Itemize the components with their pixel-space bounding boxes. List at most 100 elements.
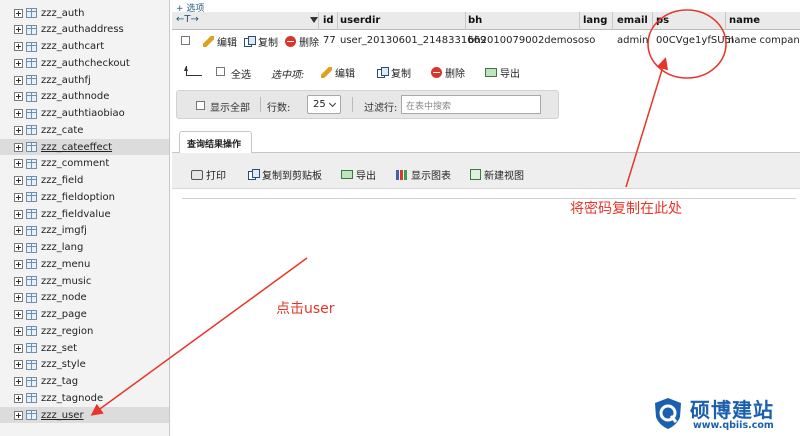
sidebar-table-item[interactable]: zzz_page	[14, 307, 169, 323]
cell-id[interactable]: 77	[323, 35, 336, 46]
rows-per-page-select[interactable]: 25	[307, 95, 341, 114]
sidebar-table-label[interactable]: zzz_tagnode	[41, 393, 103, 404]
expand-plus-icon[interactable]	[14, 377, 23, 386]
show-all-checkbox[interactable]	[196, 101, 205, 110]
expand-plus-icon[interactable]	[14, 293, 23, 303]
column-nav-arrows[interactable]: ←T→	[176, 14, 199, 25]
column-header-name[interactable]: name	[729, 15, 760, 26]
expand-plus-icon[interactable]	[14, 75, 23, 85]
sidebar-table-item[interactable]: zzz_region	[14, 323, 169, 339]
sidebar-table-item[interactable]: zzz_tagnode	[14, 390, 169, 406]
expand-plus-icon[interactable]	[14, 125, 23, 135]
sidebar-table-item[interactable]: zzz_field	[14, 173, 169, 189]
sidebar-table-label[interactable]: zzz_fieldoption	[41, 192, 115, 203]
sort-triangle-icon[interactable]	[310, 17, 318, 23]
sidebar-table-label[interactable]: zzz_tag	[41, 376, 78, 387]
row-checkbox[interactable]	[181, 36, 190, 45]
expand-plus-icon[interactable]	[14, 410, 23, 420]
expand-plus-icon[interactable]	[14, 109, 23, 118]
sidebar-table-label[interactable]: zzz_fieldvalue	[41, 209, 111, 220]
sidebar-table-item[interactable]: zzz_authtiaobiao	[14, 106, 169, 122]
sidebar-table-label[interactable]: zzz_region	[41, 326, 93, 337]
sidebar-table-label[interactable]: zzz_style	[41, 359, 86, 370]
cell-name[interactable]: name company	[728, 35, 800, 46]
bulk-export-button[interactable]: 导出	[485, 65, 520, 80]
cell-email[interactable]: admin	[617, 35, 648, 46]
expand-plus-icon[interactable]	[14, 142, 23, 152]
sidebar-table-item[interactable]: zzz_authaddress	[14, 22, 169, 38]
expand-plus-icon[interactable]	[14, 226, 23, 236]
sidebar-table-label[interactable]: zzz_authtiaobiao	[41, 108, 125, 119]
select-all-checkbox[interactable]	[216, 67, 225, 76]
sidebar-table-item[interactable]: zzz_style	[14, 357, 169, 373]
column-header-bh[interactable]: bh	[468, 15, 482, 26]
bulk-copy-button[interactable]: 复制	[377, 65, 411, 80]
sidebar-table-label[interactable]: zzz_menu	[41, 259, 90, 270]
expand-plus-icon[interactable]	[14, 276, 23, 286]
filter-rows-input[interactable]: 在表中搜索	[401, 95, 541, 114]
display-chart-button[interactable]: 显示图表	[396, 167, 451, 182]
sidebar-table-item[interactable]: zzz_cate	[14, 122, 169, 138]
sidebar-table-label[interactable]: zzz_imgfj	[41, 225, 87, 236]
sidebar-table-label[interactable]: zzz_field	[41, 175, 83, 186]
sidebar-table-item[interactable]: zzz_auth	[14, 5, 169, 21]
column-header-ps[interactable]: ps	[656, 15, 669, 26]
sidebar-table-label[interactable]: zzz_authfj	[41, 75, 91, 86]
column-header-lang[interactable]: lang	[583, 15, 607, 26]
sidebar-table-label[interactable]: zzz_lang	[41, 242, 83, 253]
column-header-userdir[interactable]: userdir	[340, 15, 380, 26]
expand-plus-icon[interactable]	[14, 343, 23, 353]
sidebar-table-item[interactable]: zzz_fieldvalue	[14, 206, 169, 222]
expand-plus-icon[interactable]	[14, 209, 23, 219]
expand-plus-icon[interactable]	[14, 159, 23, 169]
copy-to-clipboard-button[interactable]: 复制到剪贴板	[248, 167, 322, 182]
sidebar-table-item[interactable]: zzz_fieldoption	[14, 189, 169, 205]
expand-plus-icon[interactable]	[14, 243, 23, 252]
row-copy-button[interactable]: 复制	[244, 34, 278, 49]
sidebar-table-label[interactable]: zzz_node	[41, 292, 87, 303]
sidebar-table-item[interactable]: zzz_comment	[14, 156, 169, 172]
sidebar-table-label[interactable]: zzz_user	[41, 410, 84, 421]
expand-plus-icon[interactable]	[14, 310, 23, 319]
sidebar-table-item[interactable]: zzz_authcart	[14, 39, 169, 55]
expand-plus-icon[interactable]	[14, 25, 23, 35]
sidebar-table-item[interactable]: zzz_node	[14, 290, 169, 306]
expand-plus-icon[interactable]	[14, 176, 23, 185]
sidebar-table-label[interactable]: zzz_cate	[41, 125, 83, 136]
expand-plus-icon[interactable]	[14, 42, 23, 51]
cell-userdir[interactable]: user_20130601_2148331669	[340, 35, 486, 46]
sidebar-table-item[interactable]: zzz_user	[0, 407, 169, 423]
sidebar-table-item[interactable]: zzz_tag	[14, 374, 169, 390]
expand-plus-icon[interactable]	[14, 393, 23, 403]
bulk-edit-button[interactable]: 编辑	[321, 65, 355, 80]
row-delete-button[interactable]: 删除	[285, 34, 319, 49]
row-edit-button[interactable]: 编辑	[203, 34, 237, 49]
expand-plus-icon[interactable]	[14, 360, 23, 370]
sidebar-table-label[interactable]: zzz_auth	[41, 8, 84, 19]
sidebar-table-item[interactable]: zzz_authcheckout	[14, 55, 169, 71]
sidebar-table-label[interactable]: zzz_set	[41, 343, 77, 354]
create-view-button[interactable]: 新建视图	[470, 167, 524, 182]
sidebar-table-item[interactable]: zzz_cateeffect	[0, 139, 169, 155]
sidebar-table-label[interactable]: zzz_authaddress	[41, 24, 124, 35]
sidebar-table-item[interactable]: zzz_authfj	[14, 72, 169, 88]
cell-ps[interactable]: 00CVge1yfSU5I	[656, 35, 734, 46]
column-header-email[interactable]: email	[617, 15, 648, 26]
expand-plus-icon[interactable]	[14, 92, 23, 102]
expand-plus-icon[interactable]	[14, 8, 23, 18]
sidebar-table-label[interactable]: zzz_authcheckout	[41, 58, 130, 69]
sidebar-table-item[interactable]: zzz_set	[14, 340, 169, 356]
sidebar-table-label[interactable]: zzz_authnode	[41, 91, 109, 102]
sidebar-table-label[interactable]: zzz_page	[41, 309, 87, 320]
sidebar-table-item[interactable]: zzz_music	[14, 273, 169, 289]
column-header-id[interactable]: id	[323, 15, 334, 26]
sidebar-table-item[interactable]: zzz_authnode	[14, 89, 169, 105]
cell-bh[interactable]: bh2010079002demososo	[468, 35, 595, 46]
show-all-label[interactable]: 显示全部	[210, 99, 250, 114]
expand-plus-icon[interactable]	[14, 326, 23, 336]
select-all-label[interactable]: 全选	[231, 66, 251, 81]
sidebar-table-label[interactable]: zzz_music	[41, 276, 91, 287]
expand-plus-icon[interactable]	[14, 58, 23, 68]
sidebar-table-item[interactable]: zzz_menu	[14, 256, 169, 272]
bulk-delete-button[interactable]: 删除	[431, 65, 465, 80]
